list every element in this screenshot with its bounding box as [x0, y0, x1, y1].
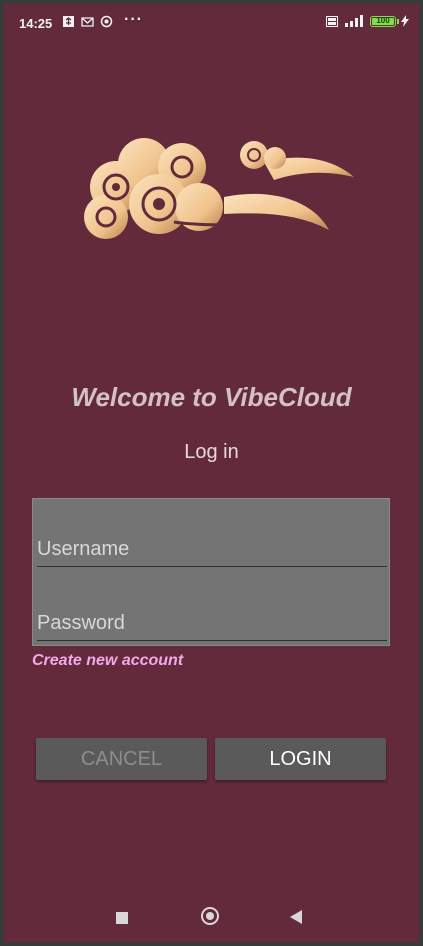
more-notifications-icon: ···	[124, 11, 143, 28]
create-account-link[interactable]: Create new account	[32, 652, 183, 670]
status-right-icons: 100	[326, 15, 409, 27]
username-input[interactable]	[37, 537, 387, 567]
recents-icon[interactable]	[116, 912, 128, 924]
back-icon[interactable]	[290, 910, 302, 924]
login-form	[32, 498, 390, 646]
signal-4g-icon	[345, 15, 363, 27]
usb-icon	[63, 16, 74, 27]
sync-icon	[100, 15, 113, 28]
cloud-logo-icon	[84, 138, 354, 239]
password-input[interactable]	[37, 611, 387, 641]
status-time: 14:25	[19, 16, 53, 31]
battery-level: 100	[376, 15, 390, 25]
status-bar: 14:25 ··· 100	[4, 4, 419, 44]
volte-icon	[326, 15, 338, 27]
navigation-bar	[4, 894, 419, 938]
home-icon[interactable]	[201, 907, 219, 925]
status-left-icons	[62, 15, 113, 28]
battery-icon: 100	[370, 15, 399, 27]
login-button[interactable]: LOGIN	[215, 738, 386, 780]
gmail-icon	[81, 17, 94, 27]
login-screen: 14:25 ··· 100 Welcome to VibeCloud Log i…	[4, 4, 419, 942]
welcome-title: Welcome to VibeCloud	[71, 382, 352, 412]
charging-icon	[401, 15, 409, 27]
cancel-button[interactable]: CANCEL	[36, 738, 207, 780]
login-heading: Log in	[184, 441, 239, 463]
